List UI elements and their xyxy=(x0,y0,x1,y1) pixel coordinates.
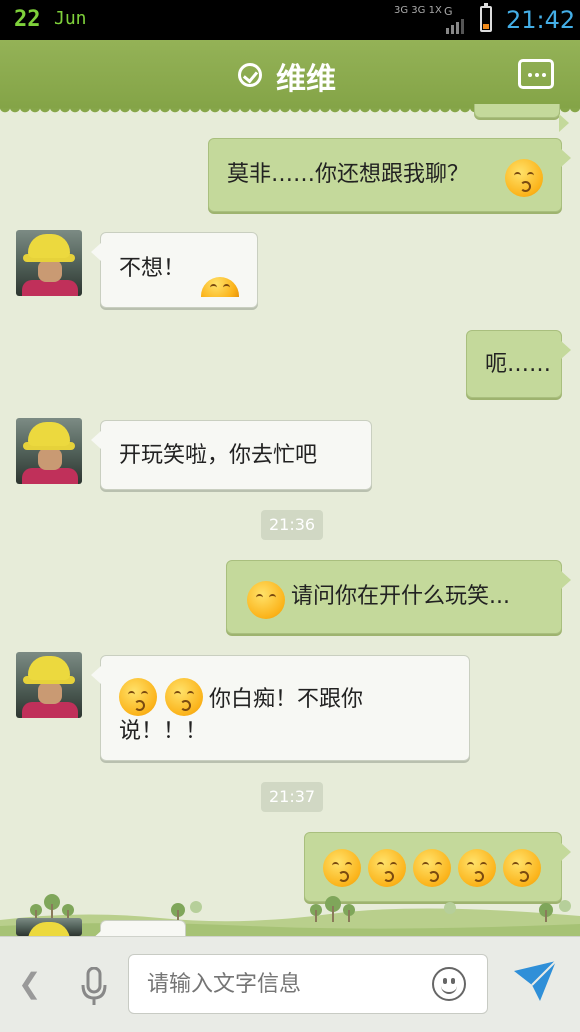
message-text: 开玩笑啦，你去忙吧 xyxy=(119,443,318,468)
smiley-icon[interactable] xyxy=(432,967,466,1001)
chat-title: 维维 xyxy=(276,62,336,97)
angry-emoji-icon xyxy=(119,678,157,716)
angry-emoji-icon xyxy=(165,678,203,716)
avatar[interactable] xyxy=(16,230,82,296)
message-text: 不想！ xyxy=(119,256,186,281)
message-input-bar: ❮ xyxy=(0,936,580,1032)
chat-title-bar: 维维 xyxy=(0,40,580,114)
message-text: 呃…… xyxy=(485,352,552,377)
peek-emoji-icon xyxy=(201,277,239,297)
message-text: 莫非……你还想跟我聊？ xyxy=(227,162,470,187)
microphone-icon[interactable] xyxy=(80,967,108,1007)
timestamp: 21:37 xyxy=(261,782,324,812)
message-bubble-incoming[interactable]: 你白痴！不跟你 说！！！ xyxy=(91,655,470,761)
status-time: 21:42 xyxy=(506,6,576,34)
sweat-emoji-icon xyxy=(247,581,285,619)
message-bubble-partial[interactable] xyxy=(91,920,186,949)
status-date-month: Jun xyxy=(54,8,87,29)
message-bubble-partial[interactable] xyxy=(474,104,569,132)
check-circle-icon xyxy=(238,63,262,87)
network-type-icon: 3G 3G 1X xyxy=(394,5,442,16)
message-text-line1: 你白痴！不跟你 xyxy=(209,687,364,712)
avatar[interactable] xyxy=(16,652,82,718)
send-icon[interactable] xyxy=(512,959,558,1003)
status-bar: 22 Jun 3G 3G 1X G 21:42 xyxy=(0,0,580,40)
more-menu-button[interactable] xyxy=(518,59,554,89)
timestamp: 21:36 xyxy=(261,510,324,540)
message-bubble-incoming[interactable]: 不想！ xyxy=(91,232,258,308)
message-bubble-incoming[interactable]: 开玩笑啦，你去忙吧 xyxy=(91,420,372,490)
worried-emoji-icon xyxy=(505,159,543,197)
message-text-line2: 说！！！ xyxy=(119,719,208,744)
background-scenery xyxy=(0,894,580,936)
message-text: 请问你在开什么玩笑... xyxy=(291,584,510,609)
avatar[interactable] xyxy=(16,418,82,484)
message-bubble-outgoing[interactable]: 莫非……你还想跟我聊？ xyxy=(208,138,571,212)
signal-icon xyxy=(446,19,464,34)
avatar-partial[interactable] xyxy=(16,918,82,936)
message-bubble-outgoing[interactable]: 请问你在开什么玩笑... xyxy=(226,560,571,634)
battery-icon xyxy=(480,3,492,32)
chevron-left-icon[interactable]: ❮ xyxy=(18,967,41,1000)
status-date-day: 22 xyxy=(14,7,41,32)
message-bubble-outgoing[interactable]: 呃…… xyxy=(466,330,571,398)
